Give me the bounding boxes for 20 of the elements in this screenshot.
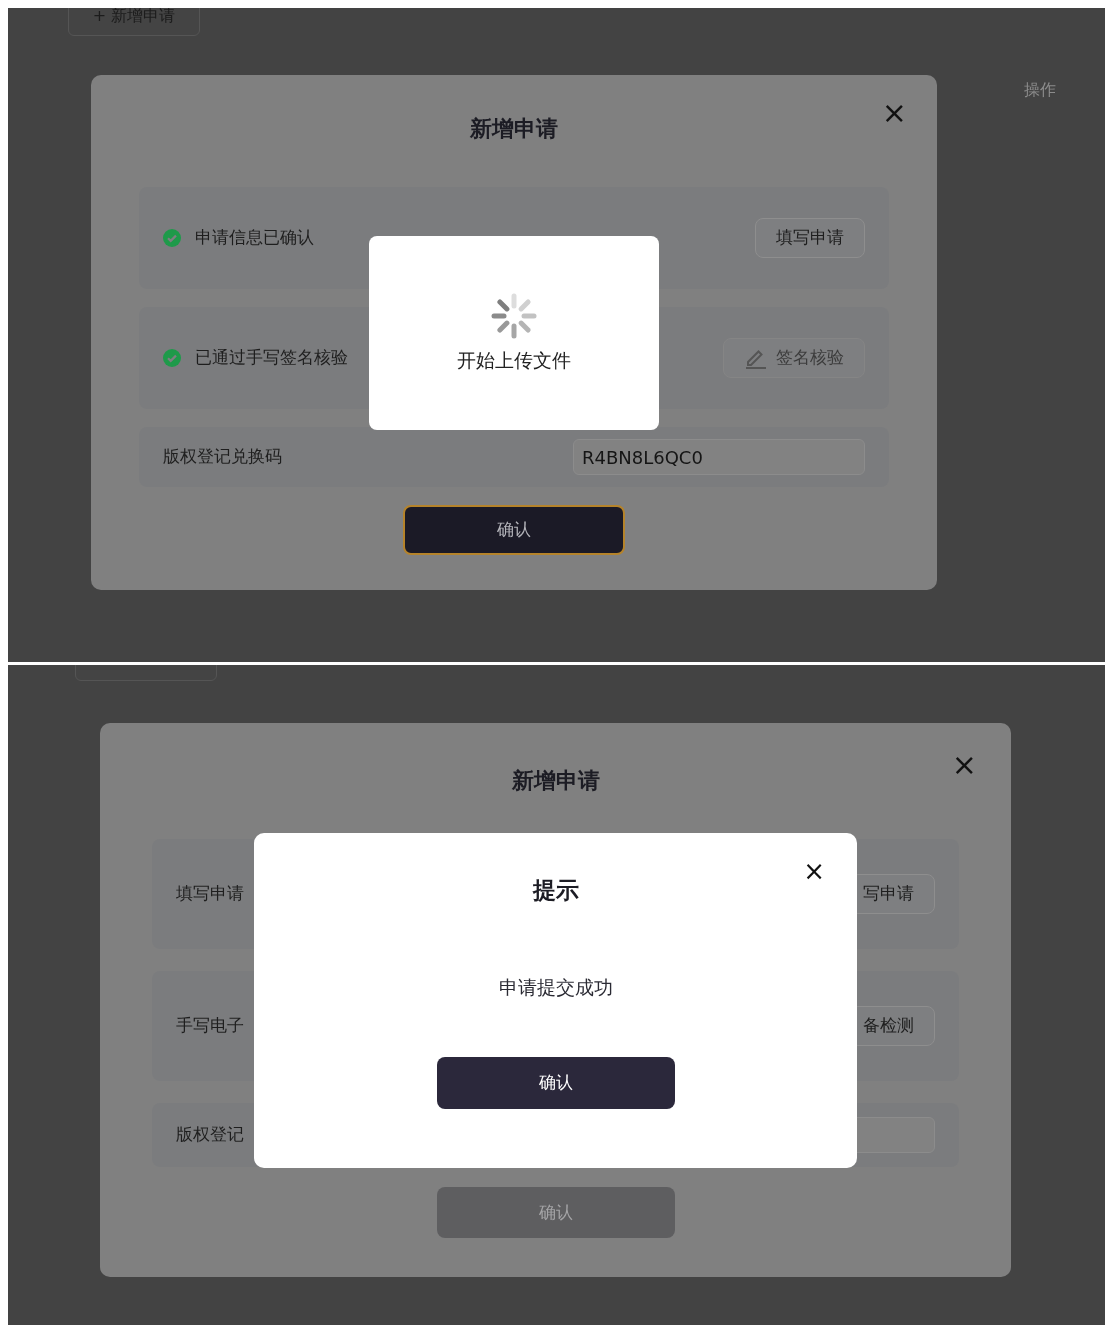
toast-message: 开始上传文件 <box>457 347 571 373</box>
column-header: 操作 <box>1024 79 1056 101</box>
row-label: 版权登记 <box>176 1123 244 1147</box>
dialog-title: 提示 <box>532 877 579 905</box>
row-button[interactable]: 填写申请 <box>755 218 865 258</box>
row-label: 已通过手写签名核验 <box>195 346 348 370</box>
dialog-confirm-button[interactable]: 确认 <box>436 1057 675 1110</box>
spinner-icon <box>490 291 538 340</box>
code-input-field[interactable]: R4BN8L6QC0 <box>573 439 865 475</box>
confirm-button[interactable]: 确认 <box>403 505 625 555</box>
dialog-message: 申请提交成功 <box>498 974 613 1000</box>
row-label: 手写电子 <box>176 1014 244 1038</box>
row-label: 填写申请 <box>176 882 244 906</box>
close-button[interactable]: × <box>879 99 909 127</box>
close-button[interactable]: × <box>801 857 827 885</box>
modal-title: 新增申请 <box>510 767 601 795</box>
row-label: 版权登记兑换码 <box>163 445 282 469</box>
close-button[interactable]: × <box>949 751 979 779</box>
row-label: 申请信息已确认 <box>195 226 314 250</box>
modal-title: 新增申请 <box>469 115 559 143</box>
